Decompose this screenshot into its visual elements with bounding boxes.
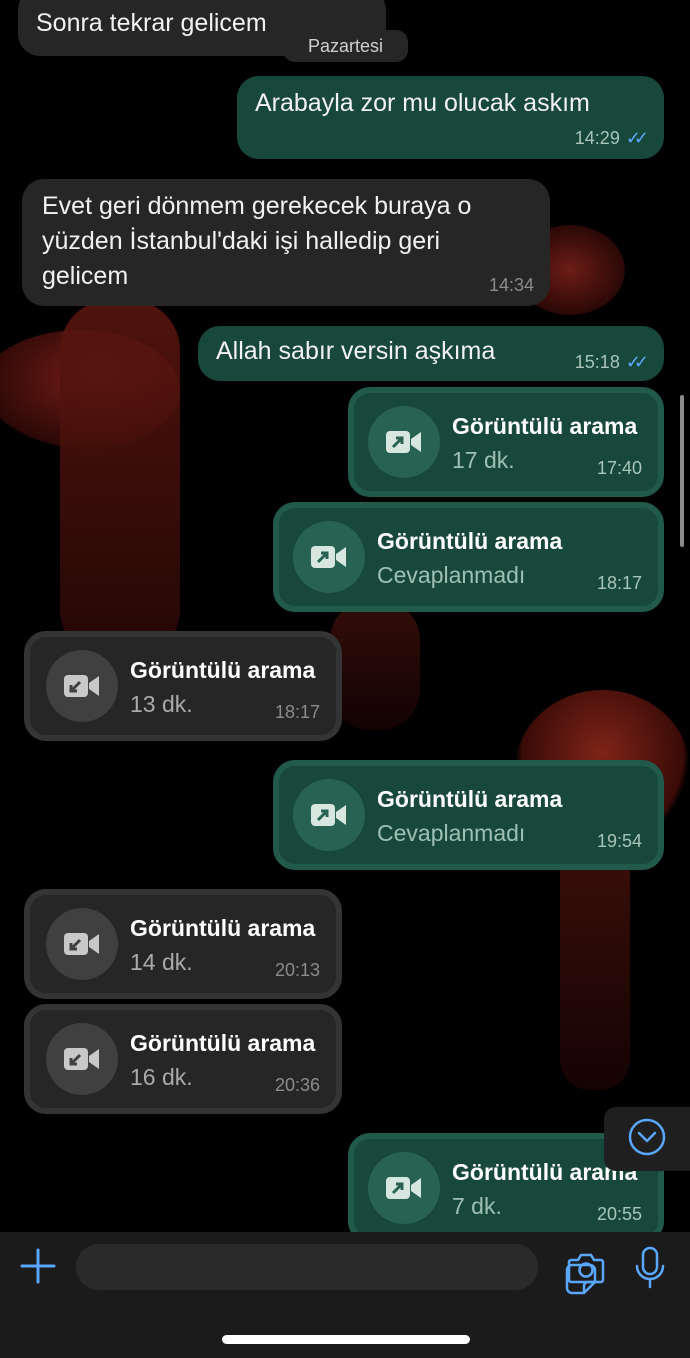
message-meta: 14:29 ✓✓ bbox=[574, 128, 649, 149]
call-duration: 17 dk. bbox=[452, 447, 515, 473]
incoming-video-call-icon bbox=[46, 1023, 118, 1095]
video-call-bubble-incoming[interactable]: Görüntülü arama 16 dk. 20:36 bbox=[24, 1004, 342, 1114]
call-title: Görüntülü arama bbox=[130, 657, 316, 683]
message-bubble-outgoing[interactable]: Arabayla zor mu olucak askım 14:29 ✓✓ bbox=[237, 76, 664, 159]
message-time: 17:40 bbox=[596, 458, 642, 478]
message-time: 14:34 bbox=[488, 275, 534, 295]
message-time: 20:55 bbox=[596, 1204, 642, 1224]
message-time: 14:29 bbox=[574, 128, 620, 148]
chevron-down-icon bbox=[627, 1117, 667, 1162]
outgoing-video-call-icon bbox=[293, 779, 365, 851]
message-text-line: gelicem bbox=[42, 262, 129, 290]
message-text-line: Evet geri dönmem gerekecek buraya o bbox=[42, 192, 472, 220]
message-time: 15:18 bbox=[574, 352, 620, 372]
outgoing-video-call-icon bbox=[368, 406, 440, 478]
call-title: Görüntülü arama bbox=[377, 786, 563, 812]
message-time: 20:36 bbox=[274, 1075, 320, 1095]
video-call-bubble-incoming[interactable]: Görüntülü arama 13 dk. 18:17 bbox=[24, 631, 342, 741]
home-indicator bbox=[222, 1335, 470, 1344]
message-composer bbox=[0, 1232, 690, 1358]
message-text: Allah sabır versin aşkıma bbox=[216, 337, 496, 365]
call-title: Görüntülü arama bbox=[377, 528, 563, 554]
wallpaper-flamingo bbox=[330, 600, 420, 730]
message-input[interactable] bbox=[96, 1244, 480, 1292]
call-duration: 14 dk. bbox=[130, 949, 193, 975]
call-status: Cevaplanmadı bbox=[377, 820, 526, 846]
video-call-bubble-outgoing[interactable]: Görüntülü arama Cevaplanmadı 19:54 bbox=[273, 760, 664, 870]
call-title: Görüntülü arama bbox=[452, 413, 638, 439]
call-title: Görüntülü arama bbox=[130, 915, 316, 941]
call-duration: 13 dk. bbox=[130, 691, 193, 717]
plus-icon[interactable] bbox=[16, 1244, 60, 1288]
message-time: 18:17 bbox=[596, 573, 642, 593]
message-time: 20:13 bbox=[274, 960, 320, 980]
outgoing-video-call-icon bbox=[293, 521, 365, 593]
call-duration: 16 dk. bbox=[130, 1064, 193, 1090]
message-field[interactable] bbox=[76, 1244, 597, 1295]
call-status: Cevaplanmadı bbox=[377, 562, 526, 588]
incoming-video-call-icon bbox=[46, 908, 118, 980]
outgoing-video-call-icon bbox=[368, 1152, 440, 1224]
scrollbar[interactable] bbox=[680, 395, 684, 547]
wallpaper-flamingo bbox=[560, 840, 630, 1090]
message-text: Evet geri dönmem gerekecek buraya o yüzd… bbox=[42, 189, 471, 294]
scroll-to-bottom-button[interactable] bbox=[604, 1107, 690, 1171]
video-call-bubble-incoming[interactable]: Görüntülü arama 14 dk. 20:13 bbox=[24, 889, 342, 999]
microphone-icon[interactable] bbox=[634, 1246, 666, 1290]
message-time: 19:54 bbox=[596, 831, 642, 851]
chat-area[interactable]: Sonra tekrar gelicem Pazartesi Arabayla … bbox=[0, 0, 690, 1232]
message-bubble-incoming[interactable]: Evet geri dönmem gerekecek buraya o yüzd… bbox=[22, 179, 550, 306]
incoming-video-call-icon bbox=[46, 650, 118, 722]
day-separator: Pazartesi bbox=[283, 30, 408, 62]
message-time: 18:17 bbox=[274, 702, 320, 722]
message-text-line: yüzden İstanbul'daki işi halledip geri bbox=[42, 227, 441, 255]
video-call-bubble-outgoing[interactable]: Görüntülü arama 17 dk. 17:40 bbox=[348, 387, 664, 497]
message-text: Sonra tekrar gelicem bbox=[36, 9, 267, 37]
read-receipt-icon: ✓✓ bbox=[625, 352, 649, 372]
camera-icon[interactable] bbox=[566, 1248, 606, 1288]
call-title: Görüntülü arama bbox=[130, 1030, 316, 1056]
video-call-bubble-outgoing[interactable]: Görüntülü arama Cevaplanmadı 18:17 bbox=[273, 502, 664, 612]
call-duration: 7 dk. bbox=[452, 1193, 502, 1219]
message-bubble-outgoing[interactable]: Allah sabır versin aşkıma 15:18 ✓✓ bbox=[198, 326, 664, 381]
message-meta: 15:18 ✓✓ bbox=[574, 352, 649, 373]
wallpaper-flamingo bbox=[60, 300, 180, 660]
read-receipt-icon: ✓✓ bbox=[625, 128, 649, 148]
message-text: Arabayla zor mu olucak askım bbox=[255, 89, 590, 117]
